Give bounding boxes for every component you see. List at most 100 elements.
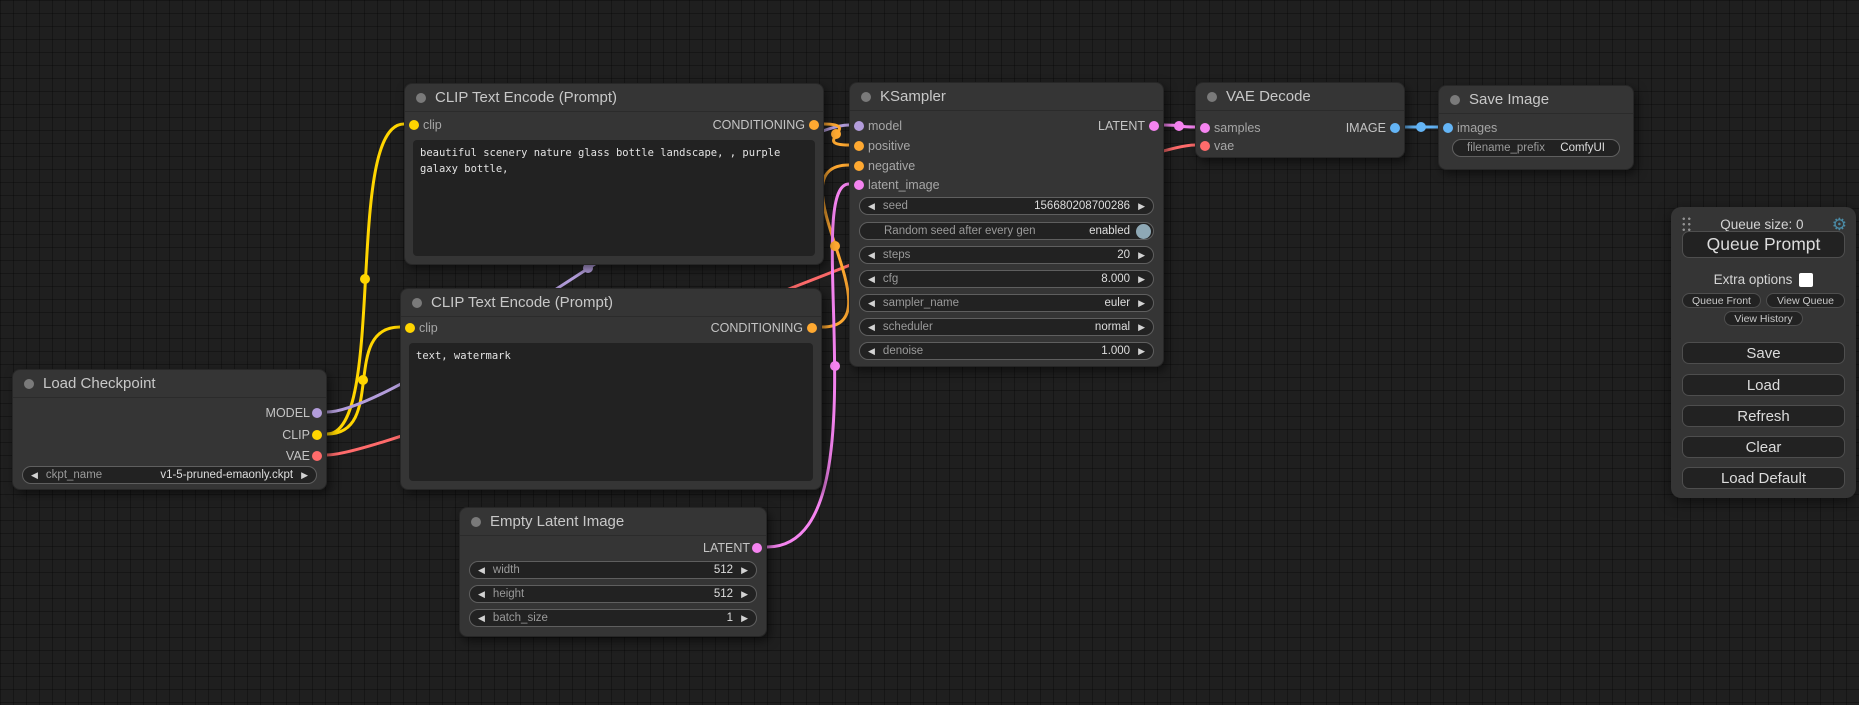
- decrement-arrow-icon[interactable]: ◀: [868, 347, 875, 356]
- output-slot-label-vae: VAE: [286, 449, 310, 463]
- increment-arrow-icon[interactable]: ▶: [301, 471, 308, 480]
- collapse-dot-icon[interactable]: [24, 379, 34, 389]
- increment-arrow-icon[interactable]: ▶: [741, 614, 748, 623]
- random-seed-toggle-widget[interactable]: Random seed after every gen enabled: [859, 222, 1154, 240]
- clear-button[interactable]: Clear: [1682, 436, 1845, 458]
- input-slot-dot-negative[interactable]: [854, 161, 864, 171]
- output-slot-dot-clip[interactable]: [312, 430, 322, 440]
- increment-arrow-icon[interactable]: ▶: [741, 566, 748, 575]
- queue-front-button[interactable]: Queue Front: [1682, 293, 1761, 308]
- node-title: VAE Decode: [1226, 88, 1311, 105]
- widget-value: 20: [1117, 249, 1130, 261]
- increment-arrow-icon[interactable]: ▶: [741, 590, 748, 599]
- negative-prompt-textarea[interactable]: text, watermark: [409, 343, 813, 481]
- node-title-bar[interactable]: CLIP Text Encode (Prompt): [401, 289, 821, 317]
- batch-size-widget[interactable]: ◀ batch_size 1 ▶: [469, 609, 757, 627]
- collapse-dot-icon[interactable]: [1450, 95, 1460, 105]
- input-slot-dot-samples[interactable]: [1200, 123, 1210, 133]
- width-widget[interactable]: ◀ width 512 ▶: [469, 561, 757, 579]
- output-slot-dot-image[interactable]: [1390, 123, 1400, 133]
- node-title: CLIP Text Encode (Prompt): [435, 89, 617, 106]
- link-midpoint-dot: [358, 375, 368, 385]
- decrement-arrow-icon[interactable]: ◀: [868, 299, 875, 308]
- height-widget[interactable]: ◀ height 512 ▶: [469, 585, 757, 603]
- node-title-bar[interactable]: CLIP Text Encode (Prompt): [405, 84, 823, 112]
- comfyui-canvas[interactable]: { "icons": { "left_arrow": "◀", "right_a…: [0, 0, 1859, 705]
- node-save-image[interactable]: Save Image images filename_prefix ComfyU…: [1438, 85, 1634, 170]
- node-empty-latent-image[interactable]: Empty Latent Image LATENT ◀ width 512 ▶ …: [459, 507, 767, 637]
- widget-label: Random seed after every gen: [884, 225, 1036, 237]
- input-slot-dot-vae[interactable]: [1200, 141, 1210, 151]
- extra-options-checkbox[interactable]: [1799, 273, 1813, 287]
- node-vae-decode[interactable]: VAE Decode samples vae IMAGE: [1195, 82, 1405, 158]
- cfg-widget[interactable]: ◀ cfg 8.000 ▶: [859, 270, 1154, 288]
- node-title-bar[interactable]: Empty Latent Image: [460, 508, 766, 536]
- node-clip-text-encode-positive[interactable]: CLIP Text Encode (Prompt) clip CONDITION…: [404, 83, 824, 265]
- collapse-dot-icon[interactable]: [471, 517, 481, 527]
- decrement-arrow-icon[interactable]: ◀: [868, 275, 875, 284]
- output-slot-dot-model[interactable]: [312, 408, 322, 418]
- node-clip-text-encode-negative[interactable]: CLIP Text Encode (Prompt) clip CONDITION…: [400, 288, 822, 490]
- decrement-arrow-icon[interactable]: ◀: [31, 471, 38, 480]
- save-button[interactable]: Save: [1682, 342, 1845, 364]
- input-slot-label-clip: clip: [419, 321, 438, 335]
- load-button[interactable]: Load: [1682, 374, 1845, 396]
- output-slot-label-model: MODEL: [266, 406, 310, 420]
- increment-arrow-icon[interactable]: ▶: [1138, 347, 1145, 356]
- decrement-arrow-icon[interactable]: ◀: [868, 251, 875, 260]
- sampler-name-widget[interactable]: ◀ sampler_name euler ▶: [859, 294, 1154, 312]
- input-slot-dot-model[interactable]: [854, 121, 864, 131]
- seed-widget[interactable]: ◀ seed 156680208700286 ▶: [859, 197, 1154, 215]
- node-ksampler[interactable]: KSampler model positive negative latent_…: [849, 82, 1164, 367]
- input-slot-dot-clip[interactable]: [409, 120, 419, 130]
- filename-prefix-widget[interactable]: filename_prefix ComfyUI: [1452, 139, 1620, 157]
- increment-arrow-icon[interactable]: ▶: [1138, 202, 1145, 211]
- node-title-bar[interactable]: KSampler: [850, 83, 1163, 111]
- positive-prompt-textarea[interactable]: beautiful scenery nature glass bottle la…: [413, 140, 815, 256]
- input-slot-label-samples: samples: [1214, 121, 1261, 135]
- node-title-bar[interactable]: VAE Decode: [1196, 83, 1404, 111]
- decrement-arrow-icon[interactable]: ◀: [868, 323, 875, 332]
- toggle-dot-icon[interactable]: [1136, 224, 1151, 239]
- collapse-dot-icon[interactable]: [416, 93, 426, 103]
- increment-arrow-icon[interactable]: ▶: [1138, 323, 1145, 332]
- output-slot-dot-vae[interactable]: [312, 451, 322, 461]
- collapse-dot-icon[interactable]: [861, 92, 871, 102]
- node-load-checkpoint[interactable]: Load Checkpoint MODEL CLIP VAE ◀ ckpt_na…: [12, 369, 327, 490]
- queue-prompt-button[interactable]: Queue Prompt: [1682, 231, 1845, 258]
- drag-handle-icon[interactable]: [1681, 216, 1692, 233]
- node-title-bar[interactable]: Save Image: [1439, 86, 1633, 114]
- decrement-arrow-icon[interactable]: ◀: [478, 614, 485, 623]
- input-slot-dot-positive[interactable]: [854, 141, 864, 151]
- output-slot-dot-conditioning[interactable]: [807, 323, 817, 333]
- decrement-arrow-icon[interactable]: ◀: [478, 590, 485, 599]
- denoise-widget[interactable]: ◀ denoise 1.000 ▶: [859, 342, 1154, 360]
- increment-arrow-icon[interactable]: ▶: [1138, 275, 1145, 284]
- widget-value: 8.000: [1101, 273, 1130, 285]
- node-title-bar[interactable]: Load Checkpoint: [13, 370, 326, 398]
- scheduler-widget[interactable]: ◀ scheduler normal ▶: [859, 318, 1154, 336]
- output-slot-dot-conditioning[interactable]: [809, 120, 819, 130]
- view-queue-button[interactable]: View Queue: [1766, 293, 1845, 308]
- input-slot-dot-clip[interactable]: [405, 323, 415, 333]
- input-slot-dot-images[interactable]: [1443, 123, 1453, 133]
- increment-arrow-icon[interactable]: ▶: [1138, 299, 1145, 308]
- output-slot-dot-latent[interactable]: [752, 543, 762, 553]
- widget-value: 512: [714, 564, 733, 576]
- decrement-arrow-icon[interactable]: ◀: [868, 202, 875, 211]
- load-default-button[interactable]: Load Default: [1682, 467, 1845, 489]
- input-slot-dot-latent-image[interactable]: [854, 180, 864, 190]
- refresh-button[interactable]: Refresh: [1682, 405, 1845, 427]
- link-midpoint-dot: [1416, 122, 1426, 132]
- decrement-arrow-icon[interactable]: ◀: [478, 566, 485, 575]
- settings-gear-icon[interactable]: ⚙: [1832, 216, 1847, 233]
- link-midpoint-dot: [360, 274, 370, 284]
- collapse-dot-icon[interactable]: [1207, 92, 1217, 102]
- increment-arrow-icon[interactable]: ▶: [1138, 251, 1145, 260]
- view-history-button[interactable]: View History: [1724, 311, 1803, 326]
- output-slot-dot-latent[interactable]: [1149, 121, 1159, 131]
- ckpt-name-widget[interactable]: ◀ ckpt_name v1-5-pruned-emaonly.ckpt ▶: [22, 466, 317, 484]
- widget-label: cfg: [883, 273, 898, 285]
- collapse-dot-icon[interactable]: [412, 298, 422, 308]
- steps-widget[interactable]: ◀ steps 20 ▶: [859, 246, 1154, 264]
